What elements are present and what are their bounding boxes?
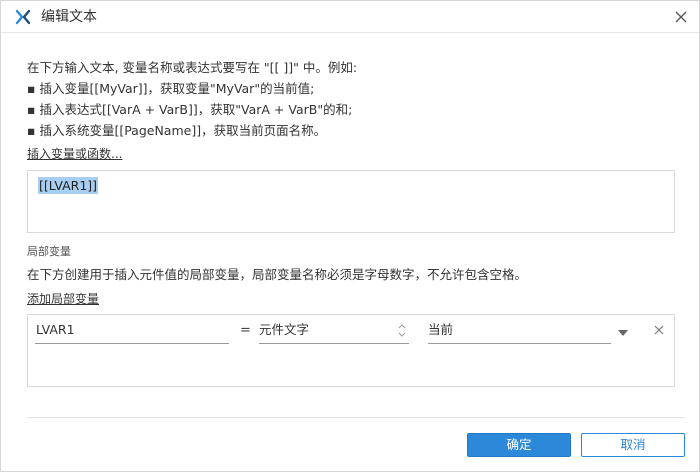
local-variables-heading: 局部变量 [27,245,71,258]
local-variables-description: 在下方创建用于插入元件值的局部变量，局部变量名称必须是字母数字，不允许包含空格。 [27,267,528,282]
dropdown-caret-icon[interactable] [618,330,628,336]
instruction-line: ▪ 插入变量[[MyVar]]，获取变量"MyVar"的当前值; [27,81,315,96]
cancel-button[interactable]: 取消 [581,433,685,457]
footer-divider [27,417,685,418]
selected-text: [[LVAR1]] [38,177,99,194]
text-editor[interactable]: [[LVAR1]] [27,170,675,233]
ok-button[interactable]: 确定 [467,433,571,457]
edit-text-dialog: 编辑文本 在下方输入文本, 变量名称或表达式要写在 "[[ ]]" 中。例如: … [0,0,700,472]
dialog-title: 编辑文本 [41,9,97,25]
instruction-line: 在下方输入文本, 变量名称或表达式要写在 "[[ ]]" 中。例如: [27,60,358,75]
instruction-line: ▪ 插入系统变量[[PageName]]，获取当前页面名称。 [27,123,327,138]
equals-sign: = [240,323,251,338]
variable-type-select[interactable]: 元件文字 [259,317,409,344]
variable-type-value: 元件文字 [259,322,310,337]
target-widget-value: 当前 [428,322,454,337]
insert-variable-link[interactable]: 插入变量或函数... [27,145,122,162]
target-widget-select[interactable]: 当前 [428,317,611,344]
add-local-variable-link[interactable]: 添加局部变量 [27,290,99,307]
local-variables-list: LVAR1 = 元件文字 当前 [27,314,675,387]
up-down-chevron-icon [398,324,406,337]
instruction-line: ▪ 插入表达式[[VarA + VarB]]，获取"VarA + VarB"的和… [27,102,353,117]
axure-x-logo-icon [15,9,31,25]
instructions: 在下方输入文本, 变量名称或表达式要写在 "[[ ]]" 中。例如: ▪ 插入变… [27,57,677,141]
close-icon[interactable] [671,7,691,27]
remove-variable-icon[interactable] [653,324,665,336]
variable-name-input[interactable]: LVAR1 [35,317,229,344]
title-bar: 编辑文本 [1,1,699,33]
